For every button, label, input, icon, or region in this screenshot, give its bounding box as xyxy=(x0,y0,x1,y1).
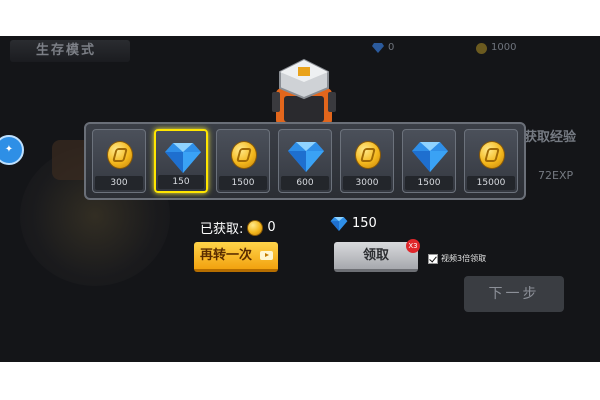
reward-slot-2: 150 xyxy=(154,129,208,193)
obtained-label: 已获取: xyxy=(200,222,244,237)
side-menu-button[interactable]: ✦ xyxy=(0,135,24,165)
spin-again-button[interactable]: 再转一次 xyxy=(194,242,278,272)
gem-icon xyxy=(372,43,384,53)
game-screen: 生存模式 0 1000 ✦ 获取经验 72EXP 下一步 300 150 1500 6… xyxy=(0,36,600,362)
reward-slot-5: 3000 xyxy=(340,129,394,193)
video-icon xyxy=(260,251,273,260)
reward-amount: 15000 xyxy=(467,176,515,190)
video-triple-checkbox[interactable]: 视频3倍领取 xyxy=(428,253,486,264)
reward-slot-1: 300 xyxy=(92,129,146,193)
gem-balance: 0 xyxy=(372,40,394,56)
reward-slot-3: 1500 xyxy=(216,129,270,193)
obtained-coins-value: 0 xyxy=(267,220,276,235)
reward-slot-7: 15000 xyxy=(464,129,518,193)
obtained-coins: 已获取: 0 xyxy=(200,218,276,237)
reward-amount: 600 xyxy=(281,176,329,190)
reward-slot-4: 600 xyxy=(278,129,332,193)
reward-amount: 1500 xyxy=(405,176,453,190)
reward-slot-6: 1500 xyxy=(402,129,456,193)
exp-label: 获取经验 xyxy=(524,130,577,145)
coin-balance-value: 1000 xyxy=(491,42,517,53)
obtained-gems-value: 150 xyxy=(352,216,377,231)
coin-icon xyxy=(247,219,264,236)
spin-again-label: 再转一次 xyxy=(200,248,253,263)
gem-balance-value: 0 xyxy=(388,42,395,53)
gem-icon xyxy=(165,141,201,173)
checkbox-icon[interactable] xyxy=(428,253,438,264)
reward-amount: 300 xyxy=(95,176,143,190)
gem-icon xyxy=(412,140,448,172)
gem-icon xyxy=(330,216,348,231)
reward-amount: 1500 xyxy=(219,176,267,190)
obtained-gems: 150 xyxy=(330,216,377,231)
coin-icon xyxy=(355,141,381,169)
gem-icon xyxy=(288,140,324,172)
video-triple-label: 视频3倍领取 xyxy=(441,254,487,263)
reward-wheel: 300 150 1500 600 3000 1500 15000 xyxy=(84,122,526,200)
mode-title: 生存模式 xyxy=(10,40,130,62)
reward-amount: 150 xyxy=(158,175,204,189)
coin-icon xyxy=(476,42,487,54)
coin-balance: 1000 xyxy=(476,40,516,56)
exp-value: 72EXP xyxy=(538,169,574,182)
next-step-button[interactable]: 下一步 xyxy=(464,276,564,312)
reward-amount: 3000 xyxy=(343,176,391,190)
coin-icon xyxy=(231,141,257,169)
triple-badge: X3 xyxy=(406,239,420,253)
coin-icon xyxy=(107,141,133,169)
coin-icon xyxy=(479,141,505,169)
